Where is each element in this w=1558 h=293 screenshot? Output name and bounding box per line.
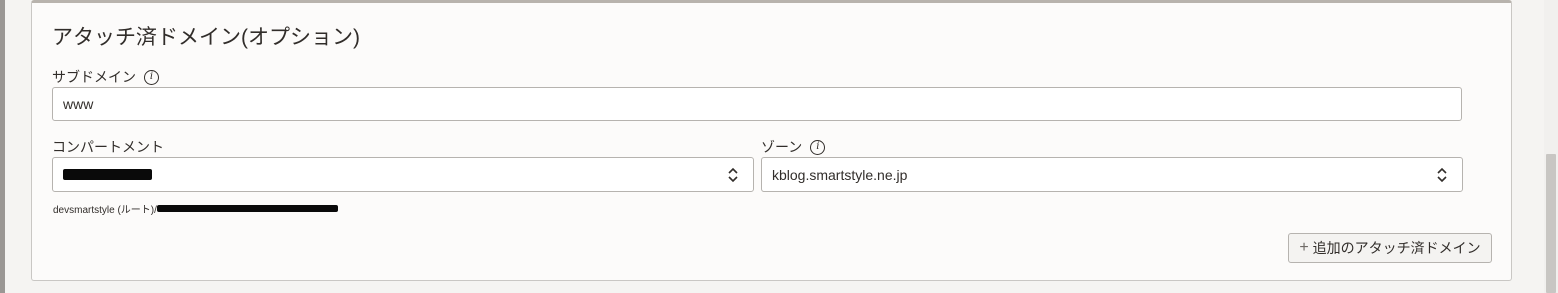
attached-domains-panel: アタッチ済ドメイン(オプション) サブドメイン i コンパートメント devsm… <box>31 0 1512 281</box>
zone-info-icon[interactable]: i <box>810 139 826 155</box>
compartment-label-row: コンパートメント <box>52 137 164 157</box>
subdomain-label-row: サブドメイン i <box>52 67 159 87</box>
subdomain-info-icon[interactable]: i <box>144 69 159 85</box>
zone-label: ゾーン <box>761 139 803 155</box>
left-edge-rail <box>0 0 5 293</box>
zone-select[interactable]: kblog.smartstyle.ne.jp <box>761 157 1463 192</box>
chevron-updown-icon <box>728 167 738 183</box>
section-title: アタッチ済ドメイン(オプション) <box>52 26 360 49</box>
compartment-path-prefix: devsmartstyle (ルート)/ <box>53 205 157 216</box>
zone-selected-value: kblog.smartstyle.ne.jp <box>772 166 908 183</box>
add-attached-domain-button[interactable]: + 追加のアタッチ済ドメイン <box>1288 233 1492 263</box>
add-attached-domain-label: 追加のアタッチ済ドメイン <box>1312 240 1481 256</box>
subdomain-input[interactable] <box>52 87 1462 121</box>
scrollbar-track[interactable] <box>1544 0 1558 293</box>
compartment-path: devsmartstyle (ルート)/ <box>53 201 338 216</box>
subdomain-label: サブドメイン <box>52 69 136 85</box>
compartment-value-redacted <box>63 169 152 180</box>
chevron-updown-icon <box>1437 167 1447 183</box>
compartment-label: コンパートメント <box>52 139 164 155</box>
plus-icon: + <box>1299 239 1309 256</box>
compartment-path-redacted <box>156 205 338 212</box>
zone-label-row: ゾーン i <box>761 137 826 157</box>
compartment-select[interactable] <box>52 157 754 192</box>
scrollbar-thumb[interactable] <box>1546 154 1556 293</box>
